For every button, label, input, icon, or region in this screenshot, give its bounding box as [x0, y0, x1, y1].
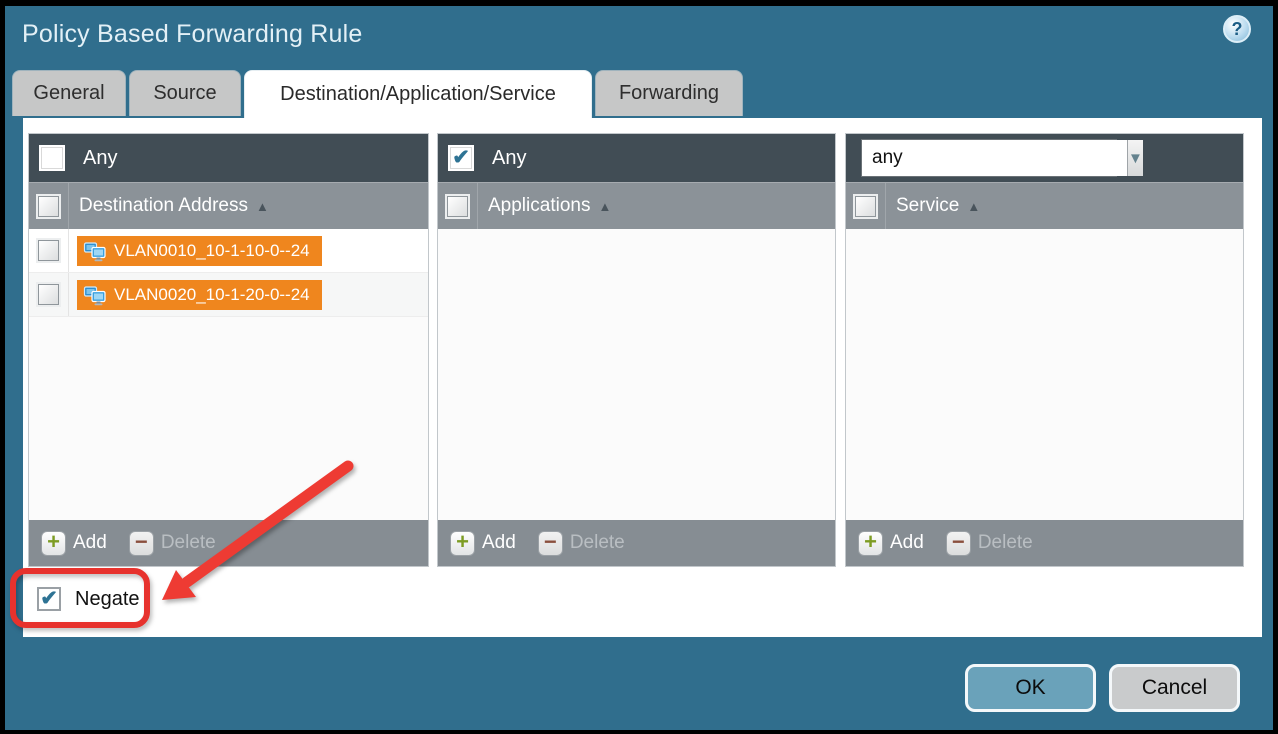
destination-any-bar: Any	[29, 134, 428, 182]
row-checkbox[interactable]	[38, 240, 59, 261]
check-icon: ✔	[452, 147, 470, 168]
network-address-icon	[83, 239, 107, 263]
delete-button-label: Delete	[570, 532, 625, 554]
address-object-chip[interactable]: VLAN0010_10-1-10-0--24	[77, 236, 322, 266]
destination-selectall-checkbox[interactable]	[38, 196, 59, 217]
dropdown-button[interactable]: ▼	[1127, 140, 1143, 176]
applications-header-label[interactable]: Applications	[488, 195, 590, 217]
table-row[interactable]: VLAN0010_10-1-10-0--24	[29, 229, 428, 273]
service-dropdown: ▼	[861, 139, 1117, 177]
add-button-label: Add	[73, 532, 107, 554]
service-list	[846, 229, 1243, 520]
destination-header-label[interactable]: Destination Address	[79, 195, 248, 217]
applications-selectall-checkbox[interactable]	[447, 196, 468, 217]
chevron-down-icon: ▼	[1128, 150, 1143, 167]
applications-any-bar: ✔ Any	[438, 134, 835, 182]
sort-asc-icon[interactable]: ▲	[256, 199, 269, 214]
tab-destination-application-service[interactable]: Destination/Application/Service	[244, 70, 592, 118]
add-button-label: Add	[482, 532, 516, 554]
screenshot-root: Policy Based Forwarding Rule ? General S…	[0, 0, 1278, 734]
tab-general[interactable]: General	[12, 70, 126, 116]
ok-button[interactable]: OK	[965, 664, 1096, 712]
destination-column-header: Destination Address ▲	[29, 182, 428, 229]
tab-content-panel: Any Destination Address ▲	[23, 118, 1262, 637]
dialog-title: Policy Based Forwarding Rule	[22, 20, 362, 49]
applications-column-header: Applications ▲	[438, 182, 835, 229]
service-dropdown-bar: ▼	[846, 134, 1243, 182]
negate-label: Negate	[75, 588, 140, 611]
address-object-name: VLAN0020_10-1-20-0--24	[114, 285, 310, 305]
plus-icon: +	[456, 531, 469, 553]
applications-any-checkbox[interactable]: ✔	[448, 145, 474, 171]
destination-any-checkbox[interactable]	[39, 145, 65, 171]
add-button[interactable]: + Add	[41, 531, 107, 556]
destination-address-column: Any Destination Address ▲	[28, 133, 429, 567]
applications-column: ✔ Any Applications ▲ + Add −	[437, 133, 836, 567]
destination-list-footer: + Add − Delete	[29, 520, 428, 566]
minus-icon: −	[135, 531, 148, 553]
negate-control: ✔ Negate	[37, 587, 140, 611]
service-column: ▼ Service ▲ + Add −	[845, 133, 1244, 567]
tab-forwarding[interactable]: Forwarding	[595, 70, 743, 116]
applications-any-label: Any	[492, 147, 526, 170]
tab-bar: General Source Destination/Application/S…	[12, 70, 743, 118]
delete-button[interactable]: − Delete	[129, 531, 216, 556]
negate-checkbox[interactable]: ✔	[37, 587, 61, 611]
address-object-chip[interactable]: VLAN0020_10-1-20-0--24	[77, 280, 322, 310]
address-object-name: VLAN0010_10-1-10-0--24	[114, 241, 310, 261]
sort-asc-icon[interactable]: ▲	[967, 199, 980, 214]
add-button[interactable]: + Add	[450, 531, 516, 556]
sort-asc-icon[interactable]: ▲	[598, 199, 611, 214]
applications-list-footer: + Add − Delete	[438, 520, 835, 566]
delete-button[interactable]: − Delete	[946, 531, 1033, 556]
plus-icon: +	[864, 531, 877, 553]
add-button[interactable]: + Add	[858, 531, 924, 556]
service-column-header: Service ▲	[846, 182, 1243, 229]
plus-icon: +	[47, 531, 60, 553]
delete-button[interactable]: − Delete	[538, 531, 625, 556]
cancel-button[interactable]: Cancel	[1109, 664, 1240, 712]
help-icon[interactable]: ?	[1223, 15, 1251, 43]
tab-source[interactable]: Source	[129, 70, 241, 116]
applications-list	[438, 229, 835, 520]
minus-icon: −	[544, 531, 557, 553]
destination-any-label: Any	[83, 147, 117, 170]
destination-list: VLAN0010_10-1-10-0--24	[29, 229, 428, 520]
pbf-rule-dialog: Policy Based Forwarding Rule ? General S…	[5, 6, 1273, 730]
add-button-label: Add	[890, 532, 924, 554]
delete-button-label: Delete	[161, 532, 216, 554]
service-selectall-checkbox[interactable]	[855, 196, 876, 217]
service-list-footer: + Add − Delete	[846, 520, 1243, 566]
row-checkbox[interactable]	[38, 284, 59, 305]
delete-button-label: Delete	[978, 532, 1033, 554]
check-icon: ✔	[40, 588, 58, 609]
minus-icon: −	[952, 531, 965, 553]
table-row[interactable]: VLAN0020_10-1-20-0--24	[29, 273, 428, 317]
network-address-icon	[83, 283, 107, 307]
service-dropdown-input[interactable]	[862, 140, 1127, 176]
service-header-label[interactable]: Service	[896, 195, 959, 217]
